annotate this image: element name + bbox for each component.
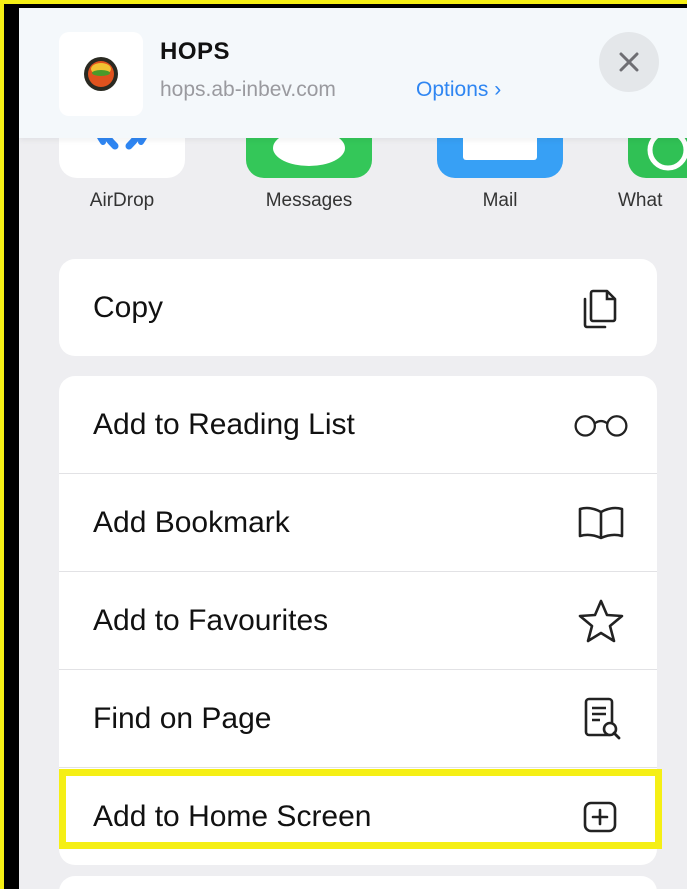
copy-icon: [573, 280, 629, 336]
more-actions-group: [59, 876, 657, 889]
share-label-airdrop: AirDrop: [89, 190, 155, 211]
action-add-bookmark[interactable]: Add Bookmark: [59, 474, 657, 572]
screenshot-frame: AirDrop Messages Mail What HOPS hops.ab-…: [0, 0, 687, 889]
action-add-to-home-screen[interactable]: Add to Home Screen: [59, 768, 657, 865]
add-square-icon: [573, 789, 629, 845]
close-icon: [619, 52, 639, 72]
action-home-screen-label: Add to Home Screen: [93, 799, 372, 833]
action-reading-list-label: Add to Reading List: [93, 407, 355, 441]
glasses-icon: [573, 397, 629, 453]
site-url: hops.ab-inbev.com: [160, 78, 336, 101]
action-add-to-reading-list[interactable]: Add to Reading List: [59, 376, 657, 474]
site-title: HOPS: [160, 38, 231, 65]
copy-group: Copy: [59, 259, 657, 356]
share-label-messages: Messages: [265, 190, 353, 211]
share-sheet: AirDrop Messages Mail What HOPS hops.ab-…: [19, 8, 687, 889]
share-label-whatsapp: What: [618, 190, 663, 211]
close-button[interactable]: [599, 32, 659, 92]
book-icon: [573, 495, 629, 551]
hops-logo-icon: [84, 57, 118, 91]
action-copy-label: Copy: [93, 290, 164, 324]
actions-group: Add to Reading List Add Bookmark Add to …: [59, 376, 657, 865]
action-bookmark-label: Add Bookmark: [93, 505, 290, 539]
share-header: HOPS hops.ab-inbev.com Options ›: [19, 8, 687, 138]
share-label-mail: Mail: [482, 190, 518, 211]
action-find-label: Find on Page: [93, 701, 272, 735]
action-find-on-page[interactable]: Find on Page: [59, 670, 657, 768]
action-add-to-favourites[interactable]: Add to Favourites: [59, 572, 657, 670]
site-icon: [59, 32, 143, 116]
action-copy[interactable]: Copy: [59, 259, 657, 356]
action-favourites-label: Add to Favourites: [93, 603, 329, 637]
options-link[interactable]: Options ›: [416, 78, 501, 102]
find-page-icon: [573, 691, 629, 747]
star-icon: [573, 593, 629, 649]
